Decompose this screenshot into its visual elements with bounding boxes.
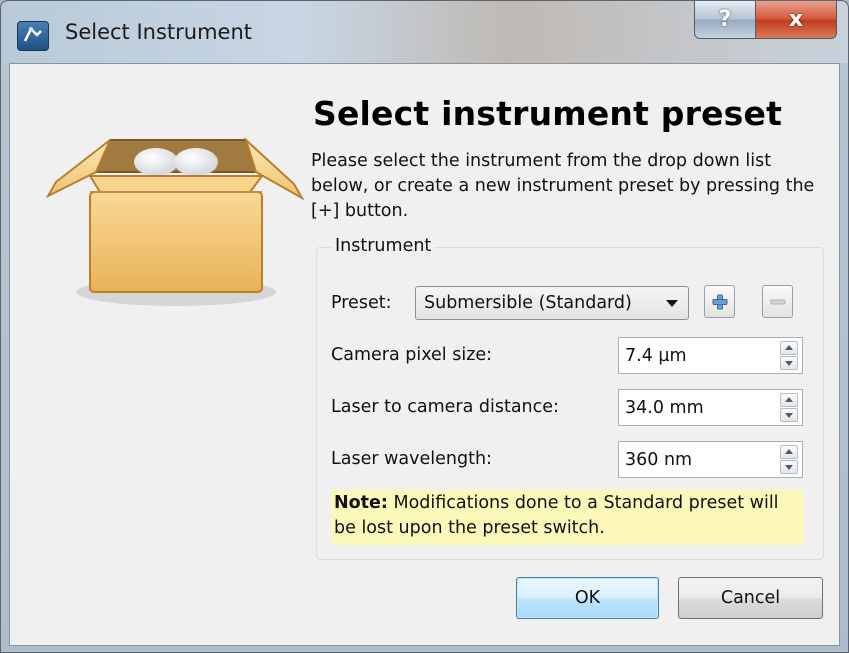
instructions-text: Please select the instrument from the dr… xyxy=(311,151,815,221)
dropdown-arrow-icon xyxy=(666,300,678,307)
laser-wavelength-value: 360 nm xyxy=(625,449,693,470)
cancel-button[interactable]: Cancel xyxy=(678,577,823,619)
laser-camera-distance-value: 34.0 mm xyxy=(625,397,704,418)
dialog-window: Select Instrument ? x Select instrument … xyxy=(0,0,849,653)
dialog-client-area: Select instrument preset Please select t… xyxy=(9,63,840,646)
spin-down-icon[interactable] xyxy=(780,356,798,370)
plus-icon xyxy=(712,294,727,309)
help-button[interactable]: ? xyxy=(694,1,756,39)
add-preset-button[interactable] xyxy=(704,285,735,318)
spin-up-icon[interactable] xyxy=(780,445,798,459)
spin-down-icon[interactable] xyxy=(780,460,798,474)
title-bar[interactable]: Select Instrument ? x xyxy=(1,1,848,63)
window-title: Select Instrument xyxy=(65,20,253,44)
preset-label: Preset: xyxy=(331,293,392,313)
close-button[interactable]: x xyxy=(755,1,837,39)
laser-camera-distance-spinbox[interactable]: 34.0 mm xyxy=(618,389,803,426)
page-heading: Select instrument preset xyxy=(313,94,783,133)
open-box-icon xyxy=(46,136,305,306)
laser-wavelength-spinbox[interactable]: 360 nm xyxy=(618,441,803,478)
note-label: Note: xyxy=(334,493,388,513)
instrument-group-title: Instrument xyxy=(331,236,436,256)
remove-preset-button[interactable] xyxy=(762,285,793,318)
preset-dropdown-value: Submersible (Standard) xyxy=(424,293,632,313)
spin-down-icon[interactable] xyxy=(780,408,798,422)
spin-up-icon[interactable] xyxy=(780,341,798,355)
spin-up-icon[interactable] xyxy=(780,393,798,407)
note-text: Modifications done to a Standard preset … xyxy=(334,493,779,538)
camera-pixel-size-label: Camera pixel size: xyxy=(331,345,493,365)
laser-camera-distance-label: Laser to camera distance: xyxy=(331,397,559,417)
camera-pixel-size-spinbox[interactable]: 7.4 µm xyxy=(618,337,803,374)
minus-icon xyxy=(770,299,785,304)
note-box: Note: Modifications done to a Standard p… xyxy=(331,490,804,545)
preset-dropdown[interactable]: Submersible (Standard) xyxy=(415,286,689,320)
ok-button[interactable]: OK xyxy=(516,577,659,619)
camera-pixel-size-value: 7.4 µm xyxy=(625,345,687,366)
laser-wavelength-label: Laser wavelength: xyxy=(331,449,492,469)
instrument-app-icon xyxy=(17,21,49,51)
